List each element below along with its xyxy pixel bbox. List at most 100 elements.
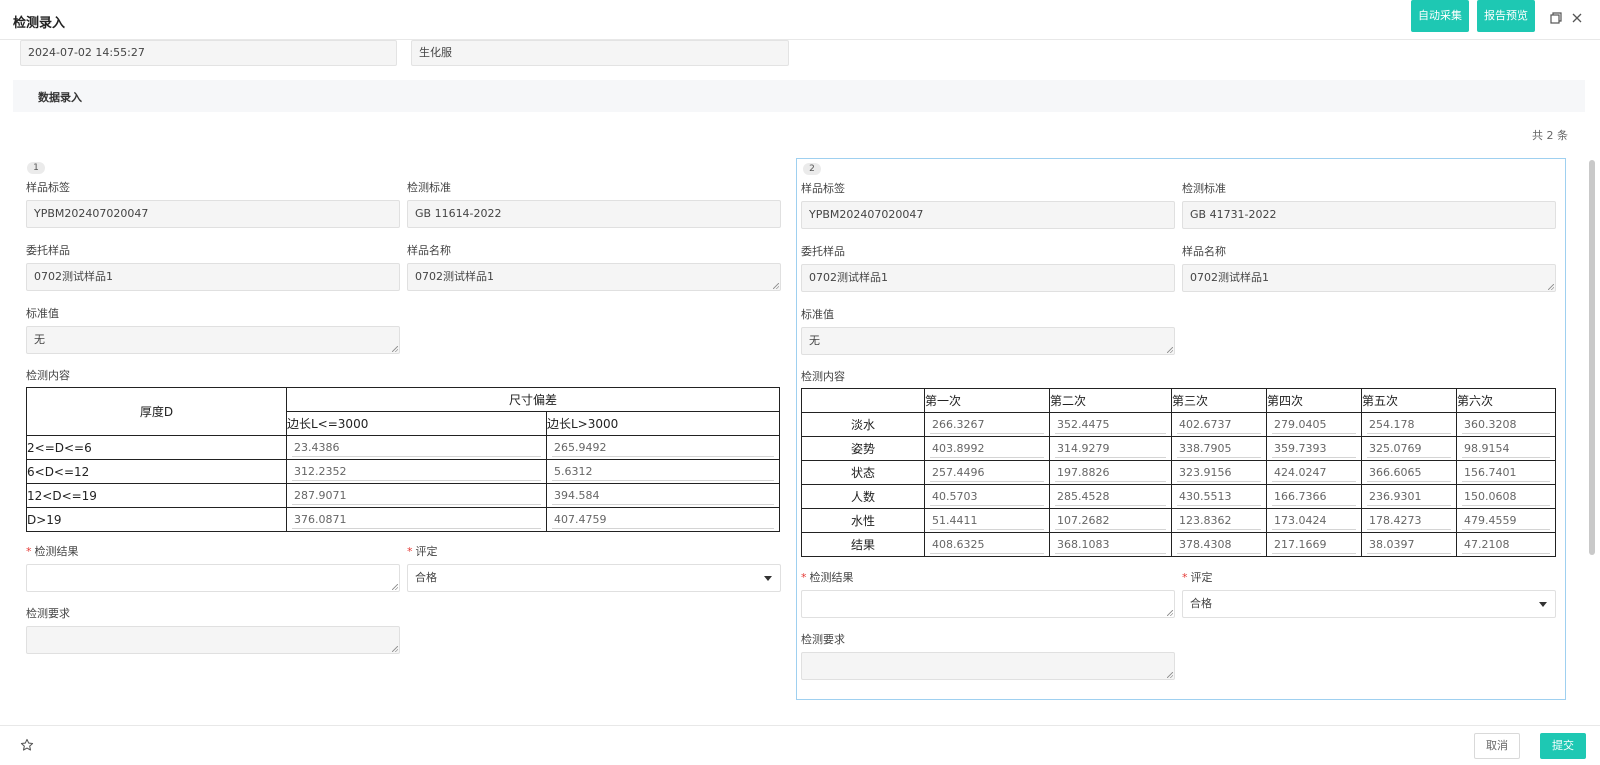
value-input[interactable]: 217.1669: [1272, 535, 1356, 554]
value-input[interactable]: 173.0424: [1272, 511, 1356, 530]
row-label: 12<D<=19: [26, 483, 287, 508]
table-row: 人数 40.5703 285.4528 430.5513 166.7366 23…: [801, 484, 1556, 509]
content-label: 检测内容: [26, 369, 70, 382]
value-input[interactable]: 236.9301: [1367, 487, 1451, 506]
row-label: 2<=D<=6: [26, 435, 287, 460]
value-input[interactable]: 312.2352: [292, 462, 541, 481]
entrusted-field[interactable]: 0702测试样品1: [801, 264, 1175, 292]
value-input[interactable]: 352.4475: [1055, 415, 1166, 434]
rating-select[interactable]: 合格: [1182, 590, 1556, 618]
sample-tag-field[interactable]: YPBM202407020047: [26, 200, 400, 228]
value-input[interactable]: 47.2108: [1462, 535, 1550, 554]
value-input[interactable]: 38.0397: [1367, 535, 1451, 554]
sample-name-field[interactable]: 0702测试样品1: [407, 263, 781, 291]
table-col-header: 第六次: [1456, 388, 1556, 413]
submit-button[interactable]: 提交: [1540, 733, 1586, 759]
table-col-header: 边长L>3000: [545, 411, 781, 436]
table-row: 2<=D<=6 23.4386 265.9492: [26, 435, 781, 460]
report-preview-button[interactable]: 报告预览: [1477, 0, 1535, 32]
section-title: 数据录入: [38, 91, 82, 104]
row-label: 水性: [801, 508, 925, 533]
value-input[interactable]: 257.4496: [930, 463, 1044, 482]
value-input[interactable]: 40.5703: [930, 487, 1044, 506]
value-input[interactable]: 402.6737: [1177, 415, 1261, 434]
std-value-field[interactable]: 无: [801, 327, 1175, 355]
row-label: 淡水: [801, 412, 925, 437]
sample-name-field[interactable]: 0702测试样品1: [1182, 264, 1556, 292]
value-input[interactable]: 266.3267: [930, 415, 1044, 434]
value-input[interactable]: 408.6325: [930, 535, 1044, 554]
value-input[interactable]: 338.7905: [1177, 439, 1261, 458]
value-input[interactable]: 325.0769: [1367, 439, 1451, 458]
result-field[interactable]: [801, 590, 1175, 618]
value-input[interactable]: 368.1083: [1055, 535, 1166, 554]
value-input[interactable]: 150.0608: [1462, 487, 1550, 506]
restore-icon[interactable]: [1549, 12, 1563, 26]
value-input[interactable]: 98.9154: [1462, 439, 1550, 458]
table-col-header: 第五次: [1361, 388, 1457, 413]
value-input[interactable]: 23.4386: [292, 438, 541, 457]
value-input[interactable]: 107.2682: [1055, 511, 1166, 530]
value-input[interactable]: 314.9279: [1055, 439, 1166, 458]
value-input[interactable]: 254.178: [1367, 415, 1451, 434]
sample-tag-label: 样品标签: [801, 182, 845, 195]
rating-select[interactable]: 合格: [407, 564, 781, 592]
value-input[interactable]: 378.4308: [1177, 535, 1261, 554]
record-index: 2: [803, 163, 821, 175]
entrusted-field[interactable]: 0702测试样品1: [26, 263, 400, 291]
table-row: 12<D<=19 287.9071 394.584: [26, 483, 781, 508]
requirement-field[interactable]: [801, 652, 1175, 680]
value-input[interactable]: 403.8992: [930, 439, 1044, 458]
table-col-header: 第三次: [1171, 388, 1267, 413]
close-icon[interactable]: [1570, 12, 1584, 26]
scrollbar[interactable]: [1589, 160, 1595, 555]
category-field[interactable]: 生化服: [411, 40, 789, 66]
value-input[interactable]: 279.0405: [1272, 415, 1356, 434]
table-col-header: 第四次: [1266, 388, 1362, 413]
value-input[interactable]: 166.7366: [1272, 487, 1356, 506]
record-card-2[interactable]: 2 样品标签 YPBM202407020047 检测标准 GB 41731-20…: [796, 158, 1566, 700]
entrusted-label: 委托样品: [801, 245, 845, 258]
std-value-label: 标准值: [801, 308, 834, 321]
standard-field[interactable]: GB 41731-2022: [1182, 201, 1556, 229]
row-label: 状态: [801, 460, 925, 485]
value-input[interactable]: 394.584: [552, 486, 775, 505]
value-input[interactable]: 51.4411: [930, 511, 1044, 530]
dialog-content[interactable]: 2024-07-02 14:55:27 生化服 数据录入 共 2 条 1 样品标…: [0, 40, 1600, 725]
sample-tag-field[interactable]: YPBM202407020047: [801, 201, 1175, 229]
auto-collect-button[interactable]: 自动采集: [1411, 0, 1469, 32]
value-input[interactable]: 178.4273: [1367, 511, 1451, 530]
rating-label: * 评定: [1182, 571, 1213, 584]
value-input[interactable]: 123.8362: [1177, 511, 1261, 530]
content-label: 检测内容: [801, 370, 845, 383]
result-label: * 检测结果: [26, 545, 79, 558]
table-group-header: 尺寸偏差: [285, 387, 781, 412]
value-input[interactable]: 323.9156: [1177, 463, 1261, 482]
value-input[interactable]: 285.4528: [1055, 487, 1166, 506]
table-row: 结果 408.6325 368.1083 378.4308 217.1669 3…: [801, 532, 1556, 557]
dialog-header: 检测录入 自动采集 报告预览: [0, 0, 1600, 40]
value-input[interactable]: 5.6312: [552, 462, 775, 481]
value-input[interactable]: 376.0871: [292, 510, 541, 529]
value-input[interactable]: 287.9071: [292, 486, 541, 505]
value-input[interactable]: 407.4759: [552, 510, 775, 529]
table-row: D>19 376.0871 407.4759: [26, 507, 781, 532]
value-input[interactable]: 359.7393: [1272, 439, 1356, 458]
value-input[interactable]: 430.5513: [1177, 487, 1261, 506]
value-input[interactable]: 265.9492: [552, 438, 775, 457]
result-field[interactable]: [26, 564, 400, 592]
value-input[interactable]: 366.6065: [1367, 463, 1451, 482]
cancel-button[interactable]: 取消: [1474, 733, 1520, 759]
value-input[interactable]: 479.4559: [1462, 511, 1550, 530]
value-input[interactable]: 424.0247: [1272, 463, 1356, 482]
value-input[interactable]: 360.3208: [1462, 415, 1550, 434]
datetime-field[interactable]: 2024-07-02 14:55:27: [20, 40, 397, 66]
record-index: 1: [27, 162, 45, 174]
value-input[interactable]: 156.7401: [1462, 463, 1550, 482]
standard-field[interactable]: GB 11614-2022: [407, 200, 781, 228]
table-row: 淡水 266.3267 352.4475 402.6737 279.0405 2…: [801, 412, 1556, 437]
star-icon[interactable]: [20, 738, 36, 754]
requirement-field[interactable]: [26, 626, 400, 654]
std-value-field[interactable]: 无: [26, 326, 400, 354]
value-input[interactable]: 197.8826: [1055, 463, 1166, 482]
